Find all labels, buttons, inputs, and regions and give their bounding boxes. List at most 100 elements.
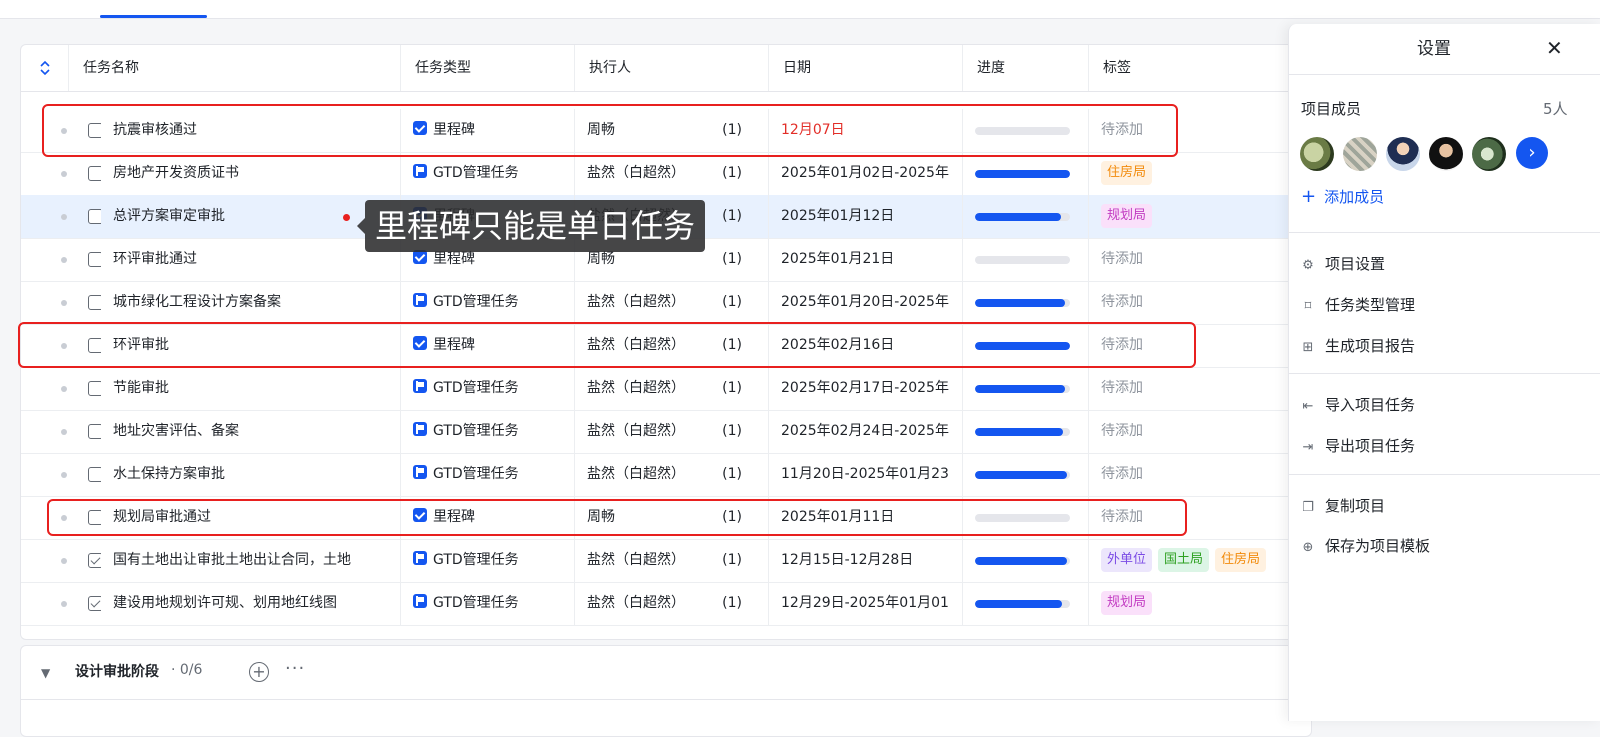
drag-handle-dot[interactable]: [61, 257, 67, 263]
tags-cell[interactable]: 待添加: [1089, 410, 1311, 453]
tag-placeholder[interactable]: 待添加: [1101, 509, 1143, 525]
task-name[interactable]: 地址灾害评估、备案: [101, 410, 401, 453]
task-checkbox[interactable]: [88, 123, 101, 138]
more-icon[interactable]: ···: [285, 658, 305, 679]
date-cell[interactable]: 12月07日: [769, 109, 963, 152]
section-title[interactable]: 设计审批阶段: [75, 661, 159, 681]
task-checkbox[interactable]: [88, 510, 101, 525]
drag-handle-dot[interactable]: [61, 343, 67, 349]
task-name[interactable]: 总评方案审定审批: [101, 195, 401, 238]
assignee-cell[interactable]: 盐然（白超然） (1): [575, 453, 769, 496]
table-row[interactable]: 城市绿化工程设计方案备案 GTD管理任务 盐然（白超然） (1) 2025年01月20日…: [21, 281, 1311, 325]
table-row[interactable]: 节能审批 GTD管理任务 盐然（白超然） (1) 2025年02月17日-2025年 待添…: [21, 367, 1311, 411]
tag-badge[interactable]: 住房局: [1101, 161, 1153, 185]
task-type-cell[interactable]: GTD管理任务: [401, 539, 575, 582]
task-checkbox[interactable]: [88, 166, 101, 181]
tag-badge[interactable]: 住房局: [1215, 548, 1267, 572]
progress-cell[interactable]: [963, 410, 1089, 453]
tag-placeholder[interactable]: 待添加: [1101, 423, 1143, 439]
tags-cell[interactable]: 住房局: [1089, 152, 1311, 195]
sort-arrows-icon[interactable]: [21, 45, 69, 91]
close-icon[interactable]: ✕: [1546, 36, 1563, 60]
assignee-cell[interactable]: 盐然（白超然） (1): [575, 152, 769, 195]
task-type-cell[interactable]: GTD管理任务: [401, 410, 575, 453]
table-row[interactable]: 环评审批 里程碑 盐然（白超然） (1) 2025年02月16日 待添加: [21, 324, 1311, 368]
tag-placeholder[interactable]: 待添加: [1101, 122, 1143, 138]
tag-placeholder[interactable]: 待添加: [1101, 294, 1143, 310]
plus-circle-icon[interactable]: +: [249, 662, 269, 682]
task-checkbox[interactable]: [88, 381, 101, 396]
tags-cell[interactable]: 待添加: [1089, 367, 1311, 410]
task-name[interactable]: 国有土地出让审批土地出让合同，土地: [101, 539, 401, 582]
table-row[interactable]: 地址灾害评估、备案 GTD管理任务 盐然（白超然） (1) 2025年02月24日-20…: [21, 410, 1311, 454]
drag-handle-dot[interactable]: [61, 601, 67, 607]
table-row[interactable]: 水土保持方案审批 GTD管理任务 盐然（白超然） (1) 11月20日-2025年01月…: [21, 453, 1311, 497]
task-checkbox[interactable]: [88, 209, 101, 224]
task-type-cell[interactable]: 里程碑: [401, 324, 575, 367]
menu-item-generate-report[interactable]: ⊞ 生成项目报告: [1301, 335, 1415, 356]
tag-badge[interactable]: 规划局: [1101, 591, 1153, 615]
avatar[interactable]: [1429, 137, 1463, 171]
date-cell[interactable]: 2025年01月02日-2025年: [769, 152, 963, 195]
date-cell[interactable]: 2025年01月11日: [769, 496, 963, 539]
tag-placeholder[interactable]: 待添加: [1101, 466, 1143, 482]
progress-cell[interactable]: [963, 238, 1089, 281]
drag-handle-dot[interactable]: [61, 128, 67, 134]
tags-cell[interactable]: 待添加: [1089, 496, 1311, 539]
task-name[interactable]: 规划局审批通过: [101, 496, 401, 539]
table-row[interactable]: 国有土地出让审批土地出让合同，土地 GTD管理任务 盐然（白超然） (1) 12月15日…: [21, 539, 1311, 583]
menu-item-save-template[interactable]: ⊕ 保存为项目模板: [1301, 535, 1430, 556]
table-row[interactable]: 房地产开发资质证书 GTD管理任务 盐然（白超然） (1) 2025年01月02日-20…: [21, 152, 1311, 196]
task-name[interactable]: 城市绿化工程设计方案备案: [101, 281, 401, 324]
tags-cell[interactable]: 待添加: [1089, 324, 1311, 367]
tags-cell[interactable]: 待添加: [1089, 281, 1311, 324]
progress-cell[interactable]: [963, 195, 1089, 238]
task-checkbox[interactable]: [88, 295, 101, 310]
table-row[interactable]: 抗震审核通过 里程碑 周畅 (1) 12月07日 待添加: [21, 109, 1311, 153]
progress-cell[interactable]: [963, 582, 1089, 625]
task-name[interactable]: 环评审批: [101, 324, 401, 367]
drag-handle-dot[interactable]: [61, 300, 67, 306]
date-cell[interactable]: 2025年02月16日: [769, 324, 963, 367]
task-checkbox[interactable]: [88, 338, 101, 353]
task-type-cell[interactable]: 里程碑: [401, 496, 575, 539]
tags-cell[interactable]: 外单位 国土局 住房局: [1089, 539, 1311, 582]
assignee-cell[interactable]: 盐然（白超然） (1): [575, 281, 769, 324]
task-type-cell[interactable]: 里程碑: [401, 109, 575, 152]
drag-handle-dot[interactable]: [61, 558, 67, 564]
tags-cell[interactable]: 待添加: [1089, 238, 1311, 281]
header-assignee[interactable]: 执行人: [575, 45, 769, 91]
task-name[interactable]: 抗震审核通过: [101, 109, 401, 152]
menu-item-copy-project[interactable]: ❐ 复制项目: [1301, 495, 1385, 516]
drag-handle-dot[interactable]: [61, 171, 67, 177]
date-cell[interactable]: 2025年01月12日: [769, 195, 963, 238]
date-cell[interactable]: 2025年02月24日-2025年: [769, 410, 963, 453]
progress-cell[interactable]: [963, 367, 1089, 410]
menu-item-project-settings[interactable]: ⚙ 项目设置: [1301, 253, 1385, 274]
task-type-cell[interactable]: GTD管理任务: [401, 453, 575, 496]
table-row[interactable]: 建设用地规划许可规、划用地红线图 GTD管理任务 盐然（白超然） (1) 12月29日-…: [21, 582, 1311, 626]
task-type-cell[interactable]: GTD管理任务: [401, 152, 575, 195]
assignee-cell[interactable]: 盐然（白超然） (1): [575, 324, 769, 367]
progress-cell[interactable]: [963, 539, 1089, 582]
assignee-cell[interactable]: 盐然（白超然） (1): [575, 539, 769, 582]
tags-cell[interactable]: 规划局: [1089, 195, 1311, 238]
task-checkbox[interactable]: [88, 252, 101, 267]
date-cell[interactable]: 2025年01月21日: [769, 238, 963, 281]
task-type-cell[interactable]: GTD管理任务: [401, 582, 575, 625]
header-task-type[interactable]: 任务类型: [401, 45, 575, 91]
chevron-right-icon[interactable]: ›: [1516, 137, 1548, 169]
date-cell[interactable]: 2025年02月17日-2025年: [769, 367, 963, 410]
menu-item-task-type-management[interactable]: ⌑ 任务类型管理: [1301, 294, 1415, 315]
progress-cell[interactable]: [963, 453, 1089, 496]
tags-cell[interactable]: 待添加: [1089, 109, 1311, 152]
menu-item-export-tasks[interactable]: ⇥ 导出项目任务: [1301, 435, 1415, 456]
drag-handle-dot[interactable]: [61, 429, 67, 435]
task-type-cell[interactable]: GTD管理任务: [401, 281, 575, 324]
header-task-name[interactable]: 任务名称: [69, 45, 401, 91]
avatar[interactable]: [1472, 137, 1506, 171]
table-row[interactable]: 规划局审批通过 里程碑 周畅 (1) 2025年01月11日 待添加: [21, 496, 1311, 540]
tag-placeholder[interactable]: 待添加: [1101, 251, 1143, 267]
tag-placeholder[interactable]: 待添加: [1101, 337, 1143, 353]
assignee-cell[interactable]: 周畅 (1): [575, 496, 769, 539]
